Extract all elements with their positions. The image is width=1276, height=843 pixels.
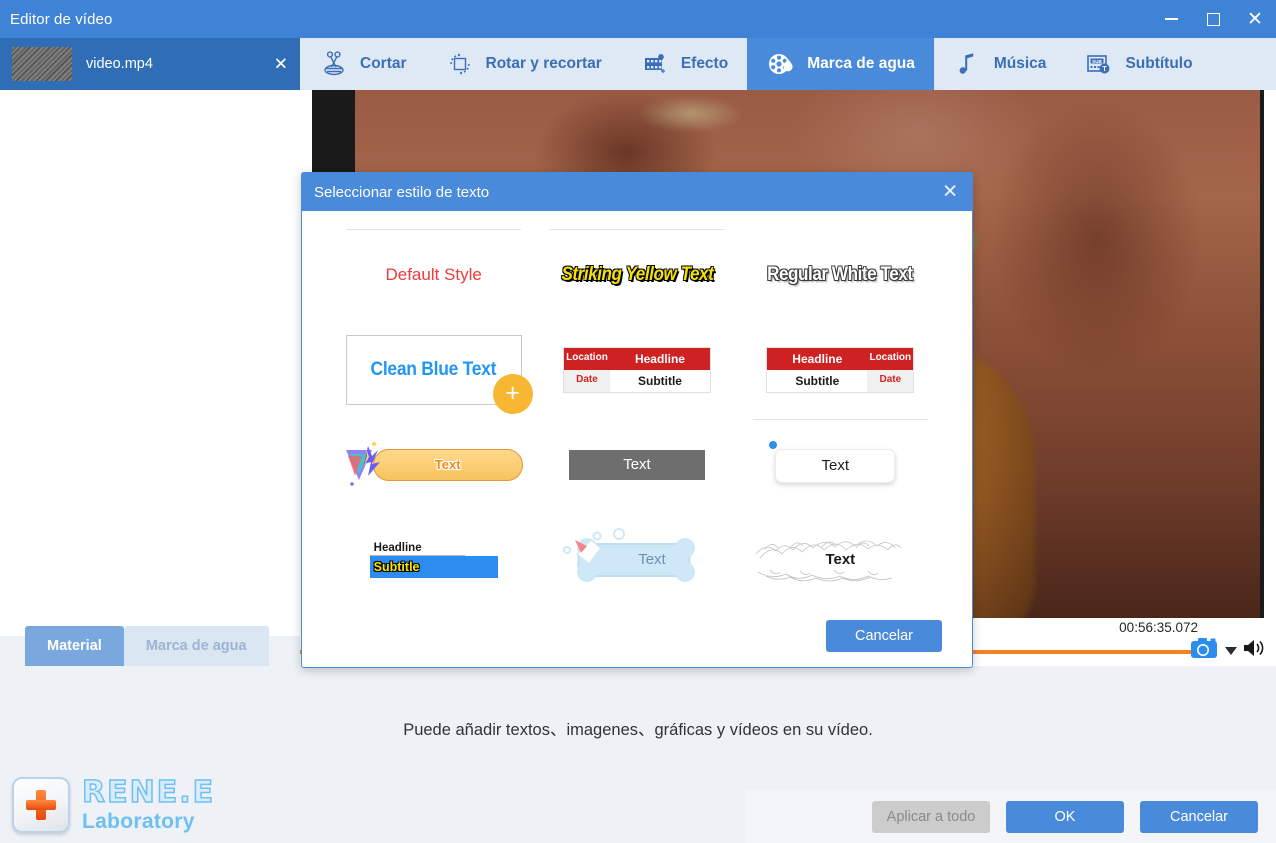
style-preview-text: Default Style xyxy=(385,264,482,284)
current-time-label: 00:56:35.072 xyxy=(1119,620,1198,635)
video-editor-window: Editor de vídeo ✕ video.mp4 ✕ Cortar Rot… xyxy=(0,0,1276,843)
file-thumbnail xyxy=(12,47,72,81)
style-preview-ribbon: Text xyxy=(345,441,523,486)
table-date-cell: Date xyxy=(867,369,914,392)
confetti-burst-icon xyxy=(338,436,398,496)
banner-subtitle-row: Subtitle xyxy=(369,556,498,578)
tab-label: Efecto xyxy=(680,55,729,72)
tab-efecto[interactable]: Efecto xyxy=(621,38,747,90)
style-option-regular-white-text[interactable]: Regular White Text xyxy=(739,227,942,322)
lower-panel: Puede añadir textos、imagenes、gráficas y … xyxy=(0,666,1276,843)
style-preview-text: Text xyxy=(638,551,666,568)
tab-label: Música xyxy=(993,55,1047,72)
style-option-table-right-location[interactable]: Headline Location Subtitle Date xyxy=(739,322,942,417)
subtitle-icon: SUB T xyxy=(1084,49,1114,79)
style-preview-grass: Text xyxy=(750,532,930,588)
style-option-gray-bar-text[interactable]: Text xyxy=(535,417,738,512)
remove-file-icon[interactable]: ✕ xyxy=(274,56,288,73)
tab-rotar-y-recortar[interactable]: Rotar y recortar xyxy=(426,38,621,90)
table-headline-header: Headline xyxy=(609,347,710,370)
style-preview-text: Clean Blue Text xyxy=(370,358,497,380)
style-option-bone-cloud-text[interactable]: Text xyxy=(535,512,738,605)
style-preview-text: Text xyxy=(775,448,896,483)
tab-musica[interactable]: Música xyxy=(934,38,1066,90)
film-effect-icon xyxy=(640,49,670,79)
style-preview-card: Text xyxy=(765,440,915,489)
banner-subtitle: Subtitle xyxy=(373,560,420,574)
tab-label: Marca de agua xyxy=(807,55,915,72)
blue-dot-icon xyxy=(769,440,778,449)
table-subtitle-cell: Subtitle xyxy=(767,369,868,392)
text-style-grid: Default Style Striking Yellow Text Regul… xyxy=(332,227,942,605)
panel-tabs: Material Marca de agua xyxy=(25,626,269,666)
camera-icon[interactable] xyxy=(1190,636,1220,665)
preview-controls xyxy=(1190,636,1268,665)
style-preview-text: Text xyxy=(825,551,856,568)
hint-text: Puede añadir textos、imagenes、gráficas y … xyxy=(403,721,873,739)
style-option-ribbon-burst-text[interactable]: Text xyxy=(332,417,535,512)
style-selected-frame: Clean Blue Text + xyxy=(345,334,533,414)
style-preview-text: Text xyxy=(623,456,651,473)
apply-to-all-button[interactable]: Aplicar a todo xyxy=(872,800,990,833)
select-text-style-dialog: Seleccionar estilo de texto ✕ Default St… xyxy=(301,172,973,668)
svg-text:T: T xyxy=(1103,66,1108,73)
table-subtitle-cell: Subtitle xyxy=(609,369,710,392)
tab-marca-de-agua[interactable]: Marca de agua xyxy=(747,38,934,90)
file-name-label: video.mp4 xyxy=(86,56,153,72)
watermark-icon xyxy=(766,49,796,79)
tab-label: Cortar xyxy=(360,55,407,72)
style-option-table-left-location[interactable]: Location Headline Date Subtitle xyxy=(535,322,738,417)
style-preview-text: Striking Yellow Text xyxy=(561,263,713,285)
dialog-body: Default Style Striking Yellow Text Regul… xyxy=(302,211,972,605)
dialog-cancel-button[interactable]: Cancelar xyxy=(826,620,942,652)
minimize-icon[interactable] xyxy=(1150,0,1192,38)
rotate-crop-icon xyxy=(445,49,475,79)
style-option-default-style[interactable]: Default Style xyxy=(332,227,535,322)
style-preview-bone: Text xyxy=(557,527,717,592)
add-style-badge-icon[interactable]: + xyxy=(492,373,533,414)
media-sidebar: video.mp4 ✕ xyxy=(0,38,300,636)
title-bar: Editor de vídeo ✕ xyxy=(0,0,1276,38)
style-preview-banner: Headline Subtitle xyxy=(369,541,498,578)
table-location-header: Location xyxy=(563,347,610,370)
dialog-close-icon[interactable]: ✕ xyxy=(942,183,958,202)
dialog-title: Seleccionar estilo de texto xyxy=(314,183,490,201)
style-option-striking-yellow-text[interactable]: Striking Yellow Text xyxy=(535,227,738,322)
scissors-icon xyxy=(319,49,349,79)
bottom-tab-marca-de-agua[interactable]: Marca de agua xyxy=(123,626,269,666)
cancel-button[interactable]: Cancelar xyxy=(1140,800,1258,833)
style-option-grass-brush-text[interactable]: Text xyxy=(739,512,942,605)
action-bar: Aplicar a todo OK Cancelar xyxy=(0,790,1276,843)
tab-label: Rotar y recortar xyxy=(485,55,602,72)
table-location-header: Location xyxy=(867,347,914,370)
maximize-icon[interactable] xyxy=(1192,0,1234,38)
tab-subtitulo[interactable]: SUB T Subtítulo xyxy=(1065,38,1211,90)
style-preview-text: Text xyxy=(434,457,461,472)
style-option-clean-blue-text[interactable]: Clean Blue Text + xyxy=(332,322,535,417)
dialog-footer: Cancelar xyxy=(302,605,972,667)
speaker-icon[interactable] xyxy=(1242,637,1268,664)
tab-cortar[interactable]: Cortar xyxy=(300,38,426,90)
ok-button[interactable]: OK xyxy=(1006,800,1124,833)
banner-headline: Headline xyxy=(369,541,466,556)
style-option-headline-subtitle-banner[interactable]: Headline Subtitle xyxy=(332,512,535,605)
style-option-card-dot-text[interactable]: Text xyxy=(739,417,942,512)
window-title: Editor de vídeo xyxy=(10,10,113,28)
window-controls: ✕ xyxy=(1150,0,1276,38)
style-preview-bar: Text xyxy=(568,449,705,480)
style-preview-table: Headline Location Subtitle Date xyxy=(766,346,915,393)
style-preview-table: Location Headline Date Subtitle xyxy=(562,346,711,393)
table-headline-header: Headline xyxy=(767,347,868,370)
caret-down-icon[interactable] xyxy=(1225,646,1237,655)
media-file-item[interactable]: video.mp4 ✕ xyxy=(0,38,300,90)
close-icon[interactable]: ✕ xyxy=(1234,0,1276,38)
bottom-tab-material[interactable]: Material xyxy=(25,626,124,666)
editor-toolbar: Cortar Rotar y recortar Efecto Marca de … xyxy=(300,38,1276,90)
table-date-cell: Date xyxy=(563,369,610,392)
tab-label: Subtítulo xyxy=(1125,55,1193,72)
style-preview-text: Regular White Text xyxy=(767,263,914,285)
dialog-header: Seleccionar estilo de texto ✕ xyxy=(302,173,972,211)
svg-text:SUB: SUB xyxy=(1093,59,1103,64)
music-note-icon xyxy=(953,49,983,79)
